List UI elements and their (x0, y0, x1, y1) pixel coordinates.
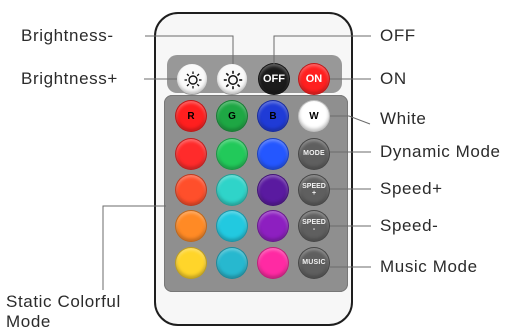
diagram-stage: OFF ON R G B W MODE SPEED + SPEED - MUSI… (0, 0, 517, 332)
white-label: White (380, 109, 427, 128)
static-colorful-label-line2: Mode (6, 312, 51, 331)
brightness-plus-label: Brightness+ (21, 69, 118, 88)
white-line (330, 115, 371, 125)
brightness-minus-line (145, 35, 234, 64)
dynamic-mode-label: Dynamic Mode (380, 142, 501, 161)
static-colorful-line (102, 205, 166, 290)
off-line (273, 35, 371, 64)
speed-minus-label: Speed- (380, 216, 439, 235)
callout-lines (102, 35, 371, 290)
music-mode-label: Music Mode (380, 257, 478, 276)
speed-plus-label: Speed+ (380, 179, 443, 198)
static-colorful-label-line1: Static Colorful (6, 292, 121, 311)
off-label: OFF (380, 26, 416, 45)
brightness-minus-label: Brightness- (21, 26, 114, 45)
on-label: ON (380, 69, 407, 88)
